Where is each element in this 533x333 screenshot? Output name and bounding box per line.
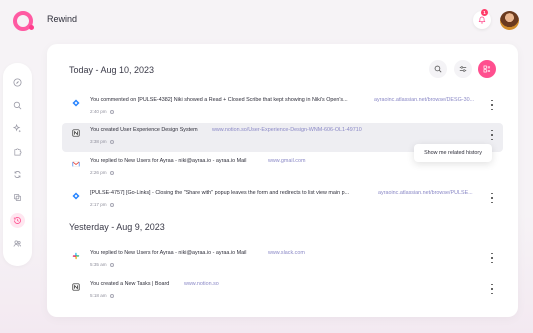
sidebar-item-sync[interactable] (10, 167, 25, 182)
history-item-time: 2:40 pm (90, 109, 114, 114)
history-item-time: 2:17 pm (90, 202, 114, 207)
clock-icon (109, 139, 114, 144)
history-item[interactable]: You created a New Tasks | Board www.noti… (62, 277, 503, 306)
clock-icon (109, 170, 114, 175)
search-icon (13, 101, 22, 110)
search-button[interactable] (429, 60, 447, 78)
top-bar: Rewind 1 (0, 0, 533, 42)
history-item-text: You created a New Tasks | Board (90, 281, 170, 287)
section-title-yesterday: Yesterday - Aug 9, 2023 (69, 222, 165, 232)
history-item-link[interactable]: www.notion.so/User-Experience-Design-WNM… (212, 127, 362, 133)
sidebar-item-search[interactable] (10, 98, 25, 113)
users-icon (13, 240, 22, 247)
sliders-icon (459, 66, 467, 72)
sidebar-rail (3, 63, 32, 266)
grid-list-icon (483, 65, 491, 73)
clock-icon (109, 109, 114, 114)
slack-icon (72, 252, 80, 260)
time-label: 2:17 pm (90, 202, 107, 207)
history-item-time: 3:38 pm (90, 139, 114, 144)
bell-icon (478, 16, 486, 24)
history-item-link[interactable]: www.slack.com (268, 250, 305, 256)
context-menu: Show me related history (414, 144, 492, 162)
search-icon (434, 65, 442, 73)
time-label: 5:18 am (90, 293, 107, 298)
notion-icon (72, 283, 80, 291)
layers-icon (13, 193, 22, 202)
history-item-text: You commented on [PULSE-4382] Niki showe… (90, 97, 348, 103)
jira-icon (72, 192, 80, 200)
logo-dot (29, 25, 34, 30)
compass-icon (13, 78, 22, 87)
history-item[interactable]: You replied to New Users for Ayraa - nik… (62, 246, 503, 275)
sidebar-item-team[interactable] (10, 236, 25, 251)
history-item-link[interactable]: www.notion.so (184, 281, 219, 287)
notification-badge: 1 (481, 9, 488, 16)
history-item-time: 5:18 am (90, 293, 114, 298)
sync-icon (14, 171, 21, 178)
section-title-today: Today - Aug 10, 2023 (69, 65, 155, 75)
history-card: Today - Aug 10, 2023 You commented on [P… (47, 44, 518, 317)
sidebar-item-collections[interactable] (10, 190, 25, 205)
filter-button[interactable] (454, 60, 472, 78)
time-label: 5:35 am (90, 262, 107, 267)
user-avatar[interactable] (500, 11, 519, 30)
sidebar-item-history[interactable] (10, 213, 25, 228)
jira-icon (72, 99, 80, 107)
history-item-link[interactable]: ayraoinc.atlassian.net/browse/PULSE... (378, 190, 473, 196)
more-options-button[interactable] (490, 284, 494, 294)
menu-item-show-related-history[interactable]: Show me related history (424, 150, 482, 156)
clock-icon (109, 262, 114, 267)
time-label: 3:38 pm (90, 139, 107, 144)
view-toggle-button[interactable] (478, 60, 496, 78)
app-title: Rewind (47, 14, 78, 24)
sparkles-icon (13, 124, 22, 133)
sidebar-item-integrations[interactable] (10, 144, 25, 159)
time-label: 2:26 pm (90, 170, 107, 175)
history-item-time: 5:35 am (90, 262, 114, 267)
clock-icon (109, 293, 114, 298)
time-label: 2:40 pm (90, 109, 107, 114)
history-item[interactable]: You commented on [PULSE-4382] Niki showe… (62, 93, 503, 122)
history-item-text: You created User Experience Design Syste… (90, 127, 198, 133)
notion-icon (72, 129, 80, 137)
history-item-link[interactable]: www.gmail.com (268, 158, 305, 164)
history-item-text: You replied to New Users for Ayraa - nik… (90, 158, 247, 164)
clock-icon (109, 202, 114, 207)
gmail-icon (72, 160, 80, 168)
sidebar-item-explore[interactable] (10, 75, 25, 90)
history-item-time: 2:26 pm (90, 170, 114, 175)
puzzle-icon (14, 148, 22, 156)
sidebar-item-ai[interactable] (10, 121, 25, 136)
history-item-text: [PULSE-4757] [Go-Links] - Closing the "S… (90, 190, 350, 196)
more-options-button[interactable] (490, 193, 494, 203)
history-item[interactable]: [PULSE-4757] [Go-Links] - Closing the "S… (62, 186, 503, 215)
more-options-button[interactable] (490, 130, 494, 140)
more-options-button[interactable] (490, 253, 494, 263)
history-item-link[interactable]: ayraoinc.atlassian.net/browse/DESG-30... (374, 97, 474, 103)
more-options-button[interactable] (490, 100, 494, 110)
history-item-text: You replied to New Users for Ayraa - nik… (90, 250, 247, 256)
history-icon (13, 217, 21, 224)
